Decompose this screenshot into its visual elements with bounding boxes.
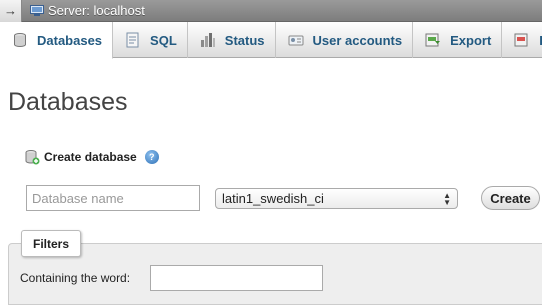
tab-user-accounts-label: User accounts	[312, 32, 403, 48]
containing-word-input[interactable]	[150, 265, 323, 291]
user-accounts-icon	[288, 35, 304, 46]
tab-databases[interactable]: Databases	[0, 22, 114, 59]
tab-databases-label: Databases	[37, 32, 103, 48]
create-database-label: Create database	[44, 150, 137, 164]
sql-icon	[126, 32, 139, 48]
create-button[interactable]: Create	[481, 186, 540, 210]
database-name-input[interactable]	[26, 185, 200, 211]
collapse-navigation-button[interactable]: →	[0, 0, 22, 22]
help-glyph: ?	[148, 152, 155, 162]
select-arrows-icon: ▲ ▼	[443, 190, 451, 207]
create-database-heading: Create database ?	[24, 149, 159, 165]
main-tab-bar: Databases SQL Status User accounts Expor…	[0, 22, 542, 59]
breadcrumb-server[interactable]: Server: localhost	[30, 3, 145, 18]
tab-export[interactable]: Export	[413, 22, 503, 58]
tab-status-label: Status	[224, 32, 265, 48]
import-icon	[514, 33, 528, 47]
add-database-icon	[25, 150, 40, 165]
filters-legend: Filters	[21, 230, 82, 257]
tab-sql[interactable]: SQL	[113, 22, 188, 58]
containing-word-label: Containing the word:	[20, 271, 131, 285]
arrow-right-icon: →	[4, 3, 17, 18]
status-icon	[200, 33, 215, 47]
help-icon[interactable]: ?	[144, 150, 159, 164]
page-title: Databases	[8, 88, 128, 116]
collation-select[interactable]: latin1_swedish_ci ▲ ▼	[215, 188, 458, 209]
server-label: Server: localhost	[48, 3, 145, 18]
tab-user-accounts[interactable]: User accounts	[276, 22, 414, 58]
tab-export-label: Export	[450, 32, 492, 48]
server-icon	[30, 4, 44, 16]
tab-import[interactable]: I	[502, 22, 542, 58]
export-icon	[425, 33, 441, 47]
tab-sql-label: SQL	[150, 32, 177, 48]
tab-status[interactable]: Status	[188, 22, 276, 58]
collation-selected-value: latin1_swedish_ci	[222, 191, 324, 206]
server-breadcrumb-bar: → Server: localhost	[0, 0, 542, 22]
database-icon	[14, 33, 26, 47]
